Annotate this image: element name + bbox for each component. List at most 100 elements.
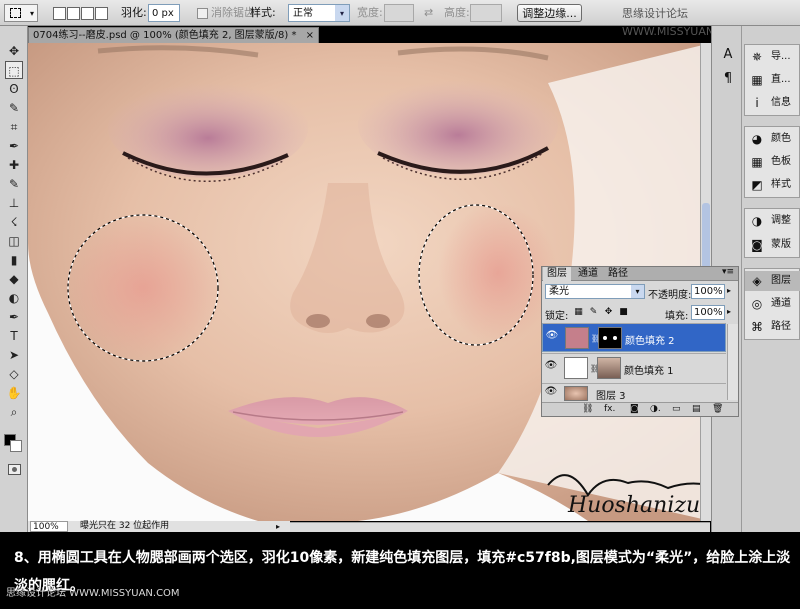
layer-mask-thumbnail[interactable]: [597, 357, 621, 379]
layer-thumbnail: [564, 357, 588, 379]
style-select[interactable]: 正常 ▾: [288, 4, 350, 22]
opacity-label: 不透明度:: [648, 290, 692, 301]
document-tab[interactable]: 0704练习--磨皮.psd @ 100% (颜色填充 2, 图层蒙版/8) *…: [28, 27, 319, 43]
new-adjustment-icon[interactable]: ◑.: [650, 404, 661, 414]
lock-image-icon[interactable]: ✎: [588, 307, 599, 318]
feather-input[interactable]: 0 px: [148, 4, 180, 22]
swap-icon[interactable]: ⇄: [424, 4, 433, 22]
eye-icon[interactable]: 👁: [544, 386, 558, 400]
new-group-icon[interactable]: ▭: [672, 404, 681, 414]
lock-position-icon[interactable]: ✥: [603, 307, 614, 318]
masks-icon: ◙: [751, 238, 763, 252]
add-selection-icon[interactable]: [67, 7, 80, 20]
clone-stamp-icon[interactable]: ⊥: [5, 194, 23, 212]
color-icon: ◕: [751, 132, 763, 146]
layers-scrollbar[interactable]: [727, 324, 738, 400]
lasso-icon[interactable]: ʘ: [5, 80, 23, 98]
panel-navigator[interactable]: ✵ 导...: [745, 47, 800, 67]
layer-row[interactable]: 👁 ⛓ 颜色填充 1: [542, 353, 726, 382]
zoom-field[interactable]: 100%: [30, 521, 68, 532]
brush-icon[interactable]: ✎: [5, 175, 23, 193]
crop-icon[interactable]: ⌗: [5, 118, 23, 136]
panel-group-layers: ◈ 图层 ◎ 通道 ⌘ 路径: [744, 268, 800, 340]
panel-swatches[interactable]: ▦ 色板: [745, 152, 800, 172]
gradient-icon[interactable]: ▮: [5, 251, 23, 269]
zoom-icon[interactable]: ⌕: [5, 403, 23, 421]
antialias-checkbox[interactable]: [197, 8, 208, 19]
panel-menu-icon[interactable]: ▾≡: [722, 267, 734, 277]
move-icon[interactable]: ✥: [5, 42, 23, 60]
refine-edge-button[interactable]: 调整边缘...: [517, 4, 582, 22]
hand-icon[interactable]: ✋: [5, 384, 23, 402]
height-label: 高度:: [444, 6, 470, 19]
panel-histogram[interactable]: ▦ 直...: [745, 70, 800, 90]
intersect-selection-icon[interactable]: [95, 7, 108, 20]
lock-transparent-icon[interactable]: ▦: [573, 307, 584, 318]
fill-slider-icon[interactable]: ▸: [727, 307, 731, 316]
history-brush-icon[interactable]: ☇: [5, 213, 23, 231]
tab-channels[interactable]: 通道: [574, 267, 602, 281]
panel-styles[interactable]: ◩ 样式: [745, 175, 800, 195]
shape-icon[interactable]: ◇: [5, 365, 23, 383]
feather-label: 羽化:: [121, 6, 147, 19]
background-color-swatch[interactable]: [10, 440, 22, 452]
quick-select-icon[interactable]: ✎: [5, 99, 23, 117]
blur-icon[interactable]: ◆: [5, 270, 23, 288]
tab-layers[interactable]: 图层: [543, 267, 571, 281]
dodge-icon[interactable]: ◐: [5, 289, 23, 307]
panel-adjustments[interactable]: ◑ 调整: [745, 211, 800, 231]
panel-group-navigator: ✵ 导... ▦ 直... i 信息: [744, 44, 800, 116]
panel-channels[interactable]: ◎ 通道: [745, 294, 800, 314]
blend-mode-select[interactable]: 柔光 ▾: [545, 284, 645, 299]
fx-icon[interactable]: fx.: [604, 404, 615, 414]
opacity-input[interactable]: 100%: [691, 284, 725, 299]
eye-icon[interactable]: 👁: [544, 360, 558, 374]
info-icon: i: [755, 96, 759, 110]
subtract-selection-icon[interactable]: [81, 7, 94, 20]
type-icon[interactable]: T: [5, 327, 23, 345]
trash-icon[interactable]: 🗑: [712, 404, 723, 414]
panel-paths[interactable]: ⌘ 路径: [745, 317, 800, 337]
rect-marquee-icon[interactable]: ⬚: [5, 61, 23, 79]
swatches-icon: ▦: [751, 155, 763, 169]
opacity-slider-icon[interactable]: ▸: [727, 286, 731, 295]
add-mask-icon[interactable]: ◙: [630, 404, 639, 414]
watermark-top: 思缘设计论坛 WWW.MISSYUAN.COM: [622, 7, 744, 38]
panel-layers[interactable]: ◈ 图层: [745, 271, 800, 291]
panel-label: 导...: [771, 51, 791, 62]
tab-paths[interactable]: 路径: [604, 267, 632, 281]
panel-color[interactable]: ◕ 颜色: [745, 129, 800, 149]
new-selection-icon[interactable]: [53, 7, 66, 20]
healing-brush-icon[interactable]: ✚: [5, 156, 23, 174]
tool-preset-picker[interactable]: ▾: [4, 4, 38, 22]
paragraph-icon[interactable]: ¶: [719, 70, 737, 88]
rect-marquee-icon: [10, 8, 21, 18]
channels-icon: ◎: [751, 297, 763, 311]
new-layer-icon[interactable]: ▤: [692, 404, 701, 414]
link-layers-icon[interactable]: ⛓: [582, 404, 593, 414]
path-select-icon[interactable]: ➤: [5, 346, 23, 364]
adjustments-icon: ◑: [751, 214, 763, 228]
panel-info[interactable]: i 信息: [745, 93, 800, 113]
eye-icon[interactable]: 👁: [545, 330, 559, 344]
height-input[interactable]: [470, 4, 502, 22]
layer-row[interactable]: 👁 ⛓ 颜色填充 2: [542, 323, 726, 352]
layer-mask-thumbnail[interactable]: [598, 327, 622, 349]
eraser-icon[interactable]: ◫: [5, 232, 23, 250]
layer-row[interactable]: 👁 图层 3: [542, 383, 726, 402]
chevron-down-icon: ▾: [631, 285, 644, 298]
lock-all-icon[interactable]: ■: [618, 307, 629, 318]
layer-name: 图层 3: [596, 391, 626, 402]
close-icon[interactable]: ×: [306, 28, 314, 43]
quick-mask-icon[interactable]: [8, 464, 21, 475]
fill-input[interactable]: 100%: [691, 305, 725, 320]
status-menu-icon[interactable]: ▸: [276, 521, 280, 532]
width-input[interactable]: [384, 4, 414, 22]
eyedropper-icon[interactable]: ✒: [5, 137, 23, 155]
panel-masks[interactable]: ◙ 蒙版: [745, 235, 800, 255]
character-icon[interactable]: A: [719, 46, 737, 64]
chevron-down-icon: ▾: [335, 5, 349, 21]
pen-icon[interactable]: ✒: [5, 308, 23, 326]
toolbox: ✥ ⬚ ʘ ✎ ⌗ ✒ ✚ ✎ ⊥ ☇ ◫ ▮ ◆ ◐ ✒ T ➤ ◇ ✋ ⌕: [0, 26, 28, 532]
horizontal-scrollbar[interactable]: [290, 522, 710, 532]
